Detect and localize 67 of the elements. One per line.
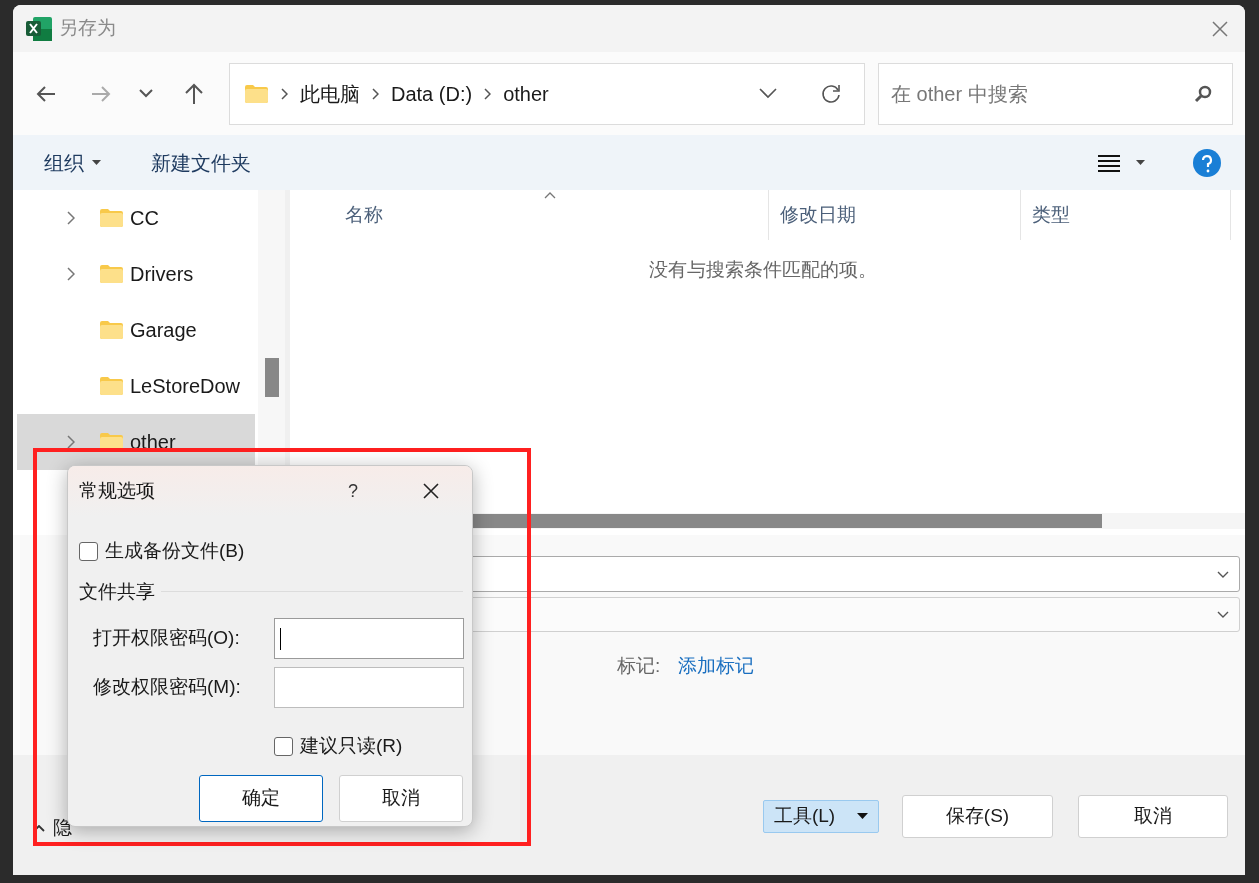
column-header[interactable]: 类型: [1032, 200, 1070, 230]
sidebar-item[interactable]: CC: [17, 190, 255, 246]
tools-button[interactable]: 工具(L): [763, 799, 879, 833]
column-header[interactable]: 名称: [345, 200, 383, 230]
toolbar-button[interactable]: 新建文件夹: [151, 147, 251, 178]
sidebar-item[interactable]: Garage: [17, 302, 255, 358]
help-icon[interactable]: [1193, 148, 1221, 177]
folder-label: CC: [130, 206, 159, 231]
toolbar-button[interactable]: 组织: [44, 147, 101, 178]
back-arrow-icon[interactable]: [36, 84, 56, 103]
chevron-right-icon[interactable]: [67, 267, 75, 281]
refresh-icon[interactable]: [820, 82, 842, 105]
chevron-down-icon: [1217, 570, 1229, 578]
sort-caret-icon: [544, 192, 556, 199]
sidebar-item[interactable]: Drivers: [17, 246, 255, 302]
cancel-button[interactable]: 取消: [1078, 794, 1228, 838]
chevron-right-icon: [281, 87, 288, 100]
folder-icon: [99, 208, 124, 228]
save-button[interactable]: 保存(S): [902, 794, 1053, 838]
caret-icon: [857, 813, 869, 819]
empty-message: 没有与搜索条件匹配的项。: [648, 258, 877, 282]
breadcrumb-item[interactable]: 此电脑: [300, 78, 360, 109]
search-placeholder: 在 other 中搜索: [891, 81, 1029, 107]
dialog-title: 常规选项: [79, 478, 155, 503]
breadcrumb-item[interactable]: Data (D:): [391, 78, 473, 109]
caret-icon[interactable]: [1136, 160, 1145, 165]
dialog-button[interactable]: 确定: [199, 774, 323, 822]
breadcrumb-item[interactable]: other: [503, 78, 549, 109]
section-label: 文件共享: [79, 579, 155, 604]
folder-label: Garage: [130, 318, 197, 343]
chevron-right-icon[interactable]: [67, 435, 75, 449]
search-icon[interactable]: [1194, 84, 1212, 103]
folder-icon: [244, 83, 269, 104]
caret-icon: [92, 160, 101, 165]
address-bar[interactable]: 此电脑 Data (D:) other: [229, 62, 865, 125]
folder-label: Drivers: [130, 262, 194, 287]
add-tags-link[interactable]: 添加标记: [678, 652, 755, 681]
chevron-right-icon: [372, 87, 379, 100]
folder-label: LeStoreDow: [130, 374, 241, 399]
tags-label: 标记:: [617, 654, 661, 678]
help-button[interactable]: ?: [348, 477, 358, 505]
field-label: 修改权限密码(M):: [93, 675, 242, 700]
chevron-right-icon[interactable]: [67, 211, 75, 225]
checkbox[interactable]: [274, 736, 293, 756]
password-field[interactable]: [274, 667, 464, 708]
search-field[interactable]: 在 other 中搜索: [878, 62, 1233, 125]
sidebar-item[interactable]: LeStoreDow: [17, 358, 255, 414]
column-header[interactable]: 修改日期: [780, 200, 856, 230]
close-icon[interactable]: [423, 483, 439, 499]
folder-icon: [99, 320, 124, 340]
checkbox-label[interactable]: 生成备份文件(B): [105, 537, 245, 566]
chevron-right-icon: [484, 87, 492, 100]
password-field[interactable]: [274, 618, 464, 659]
view-list-icon[interactable]: [1098, 153, 1120, 172]
folder-icon: [99, 264, 124, 284]
folder-icon: [99, 376, 124, 396]
spreadsheet-app-icon: [25, 15, 53, 42]
chevron-down-icon: [1217, 611, 1229, 618]
up-arrow-icon[interactable]: [184, 82, 204, 105]
chevron-down-icon[interactable]: [139, 89, 153, 98]
checkbox[interactable]: [79, 541, 98, 561]
dialog-button[interactable]: 取消: [339, 774, 463, 822]
chevron-down-icon[interactable]: [759, 88, 777, 99]
window-title: 另存为: [59, 16, 116, 41]
field-label: 打开权限密码(O):: [93, 626, 241, 651]
checkbox-label[interactable]: 建议只读(R): [300, 732, 403, 761]
scrollbar-thumb[interactable]: [264, 358, 279, 397]
